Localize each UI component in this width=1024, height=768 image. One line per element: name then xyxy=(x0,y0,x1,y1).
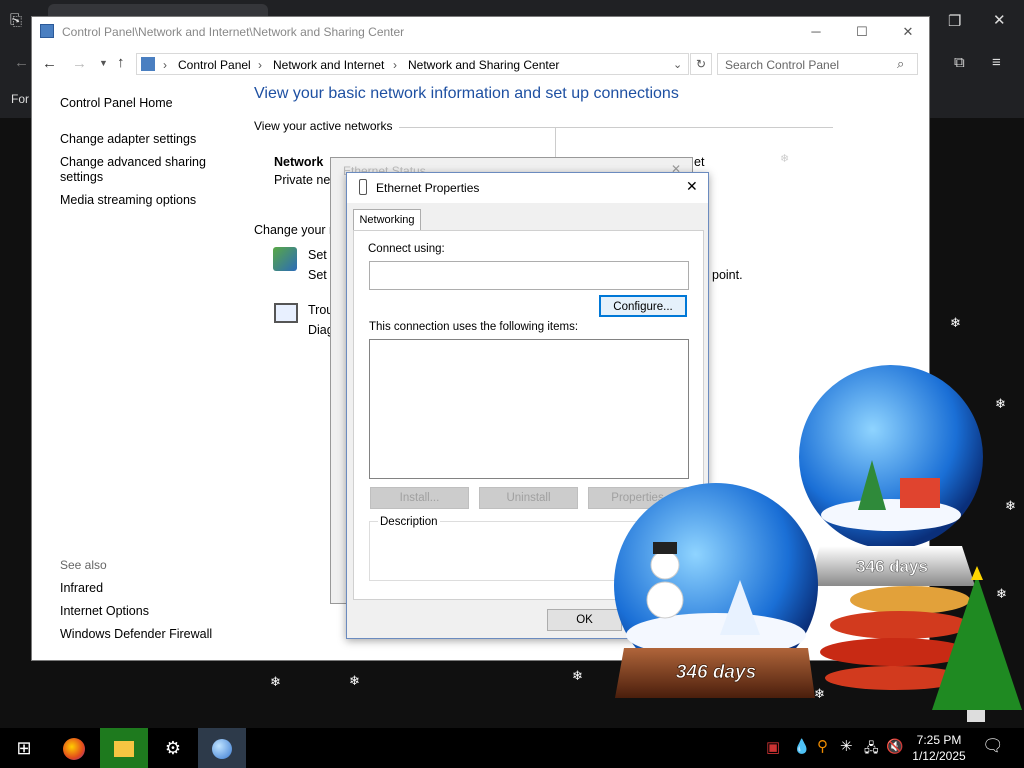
right-globe-counter: 346 days xyxy=(856,557,928,576)
right-snowglobe: 346 days xyxy=(799,365,983,586)
clock-time: 7:25 PM xyxy=(916,733,962,747)
snowflake-icon: ❄ xyxy=(950,315,961,330)
change-settings-label: Change your n xyxy=(254,223,337,237)
ethernet-icon xyxy=(359,179,367,195)
bookmark-partial[interactable]: For xyxy=(11,92,29,106)
tray-drop-icon[interactable]: 💧 xyxy=(793,738,810,755)
file-explorer-icon[interactable] xyxy=(100,728,148,768)
snowflake-icon: ❄ xyxy=(995,396,1006,411)
setup-connection-desc-tail: point. xyxy=(712,268,743,282)
up-arrow-icon[interactable]: ↑ xyxy=(117,54,125,71)
snowflake-icon: ❄ xyxy=(1005,498,1016,513)
start-windows-icon[interactable]: ⊞ xyxy=(0,728,48,768)
network-type: Private net xyxy=(274,173,334,187)
back-icon[interactable]: ← xyxy=(14,54,29,71)
close-window-button[interactable]: ✕ xyxy=(890,21,926,43)
extensions-icon[interactable]: ⧉ xyxy=(954,54,965,71)
see-also-internet-options[interactable]: Internet Options xyxy=(60,604,149,618)
breadcrumb-control-panel[interactable]: Control Panel xyxy=(178,58,251,72)
snowflake-icon: ❄ xyxy=(349,673,360,688)
recent-dropdown-icon[interactable]: ▼ xyxy=(99,58,108,68)
see-also-firewall[interactable]: Windows Defender Firewall xyxy=(60,627,212,641)
maximize-button[interactable]: ☐ xyxy=(844,21,880,43)
breadcrumb-separator-icon[interactable]: › xyxy=(393,58,397,72)
snowflake-icon: ❄ xyxy=(572,668,583,683)
breadcrumb-separator-icon[interactable]: › xyxy=(163,58,167,72)
dialog-title: Ethernet Properties xyxy=(376,181,480,195)
page-heading: View your basic network information and … xyxy=(254,85,679,102)
sidebar-advanced-sharing[interactable]: Change advanced sharing xyxy=(60,155,206,169)
tray-search-icon[interactable]: ⚲ xyxy=(817,737,828,755)
left-globe-counter: 346 days xyxy=(676,662,756,683)
forward-arrow-icon[interactable]: → xyxy=(72,55,87,72)
address-bar[interactable]: › Control Panel › Network and Internet ›… xyxy=(136,53,689,75)
active-networks-label: View your active networks xyxy=(254,119,393,133)
see-also-label: See also xyxy=(60,558,107,572)
description-label: Description xyxy=(378,516,440,528)
left-snowglobe: 346 days xyxy=(614,483,818,698)
divider xyxy=(399,127,833,128)
close-icon[interactable]: ✕ xyxy=(993,11,1006,29)
sidebar-adapter-settings[interactable]: Change adapter settings xyxy=(60,132,196,146)
window-title: Control Panel\Network and Internet\Netwo… xyxy=(62,25,405,39)
address-icon xyxy=(141,57,155,71)
right-globe-gifts xyxy=(900,478,940,508)
configure-button[interactable]: Configure... xyxy=(599,295,687,317)
dialog-close-icon[interactable]: ✕ xyxy=(686,178,698,195)
restore-icon[interactable]: ❐ xyxy=(948,12,961,30)
tab-actions-icon[interactable]: ⎘ xyxy=(10,12,22,29)
see-also-infrared[interactable]: Infrared xyxy=(60,581,103,595)
title-bar: Control Panel\Network and Internet\Netwo… xyxy=(32,17,929,47)
snowglobe-gadgets: 346 days 346 days xyxy=(614,365,1022,722)
uninstall-button[interactable]: Uninstall xyxy=(479,487,578,509)
network-name: Network xyxy=(274,155,324,169)
adapter-field xyxy=(369,261,689,290)
refresh-icon[interactable]: ↻ xyxy=(690,53,712,75)
tray-snowflake-icon[interactable]: ✳ xyxy=(840,737,853,755)
sidebar-media-streaming[interactable]: Media streaming options xyxy=(60,193,196,207)
minimize-button[interactable]: ─ xyxy=(798,21,834,43)
address-dropdown-icon[interactable]: ⌄ xyxy=(673,58,682,71)
breadcrumb-network-internet[interactable]: Network and Internet xyxy=(273,58,384,72)
snowman-hat xyxy=(653,542,677,554)
notifications-icon[interactable]: 🗨 xyxy=(982,736,1004,756)
dialog-title-bar: Ethernet Properties ✕ xyxy=(347,173,708,203)
network-icon[interactable]: 🖧 xyxy=(864,739,879,761)
breadcrumb-separator-icon[interactable]: › xyxy=(258,58,262,72)
snowflake-icon: ❄ xyxy=(270,674,281,689)
sidebar-home-link[interactable]: Control Panel Home xyxy=(60,96,173,110)
network-center-icon xyxy=(40,24,54,38)
snowflake-icon: ❄ xyxy=(780,153,790,165)
clock-date: 1/12/2025 xyxy=(912,749,966,763)
firefox-icon[interactable] xyxy=(50,728,98,768)
volume-muted-icon[interactable]: 🔇 xyxy=(886,738,903,755)
items-label: This connection uses the following items… xyxy=(369,321,579,333)
tab-networking[interactable]: Networking xyxy=(353,209,421,231)
setup-connection-icon xyxy=(273,247,297,271)
clock[interactable]: 7:25 PM 1/12/2025 xyxy=(905,732,973,764)
snowflake-icon: ❄ xyxy=(814,686,825,701)
taskbar: ⊞ ⚙ ▣ 💧 ⚲ ✳ 🖧 🔇 7:25 PM 1/12/2025 🗨 xyxy=(0,728,1024,768)
tray-app-icon[interactable]: ▣ xyxy=(766,738,780,756)
snowflake-icon: ❄ xyxy=(996,586,1007,601)
snowman-body xyxy=(646,581,684,619)
sidebar-advanced-sharing-cont[interactable]: settings xyxy=(60,170,103,184)
install-button[interactable]: Install... xyxy=(370,487,469,509)
settings-gear-icon[interactable]: ⚙ xyxy=(149,728,197,768)
control-panel-taskbar-icon[interactable] xyxy=(198,728,246,768)
menu-icon[interactable]: ≡ xyxy=(992,54,1001,71)
search-icon[interactable]: ⌕ xyxy=(897,56,904,72)
connect-using-label: Connect using: xyxy=(368,243,445,255)
search-input[interactable]: Search Control Panel xyxy=(717,53,918,75)
back-arrow-icon[interactable]: ← xyxy=(42,55,57,72)
troubleshoot-icon xyxy=(274,303,298,323)
connections-fragment: et xyxy=(694,155,705,169)
snowman-head xyxy=(650,550,680,580)
breadcrumb-sharing-center[interactable]: Network and Sharing Center xyxy=(408,58,559,72)
